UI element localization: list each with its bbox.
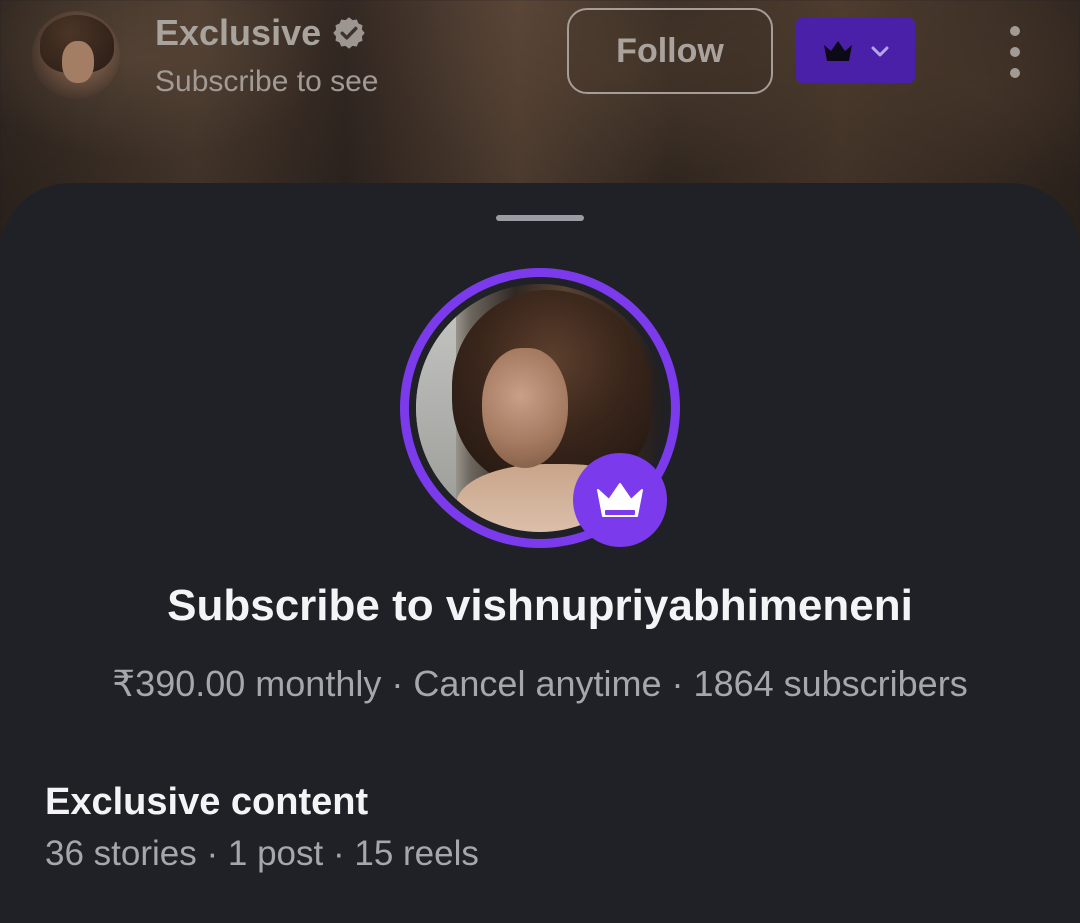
more-dot [1010,68,1020,78]
header-subtitle: Subscribe to see [155,65,379,98]
price-text: ₹390.00 monthly [112,663,382,704]
reels-count: 15 reels [354,834,479,873]
separator: · [332,834,345,873]
subscription-meta: ₹390.00 monthly · Cancel anytime · 1864 … [0,660,1080,708]
separator: · [391,663,404,704]
more-vertical-icon[interactable] [1000,26,1030,78]
photo-face [482,348,568,468]
follow-button[interactable]: Follow [567,8,773,94]
cancel-text: Cancel anytime [413,663,662,704]
subscription-menu-button[interactable] [796,18,915,83]
header-title: Exclusive [155,12,322,53]
photo-window-light [416,314,456,514]
header-title-row: Exclusive [155,12,367,54]
chevron-down-icon [871,46,888,56]
more-dot [1010,47,1020,57]
avatar-face [62,41,94,83]
crown-badge [573,453,667,547]
crown-icon [597,483,643,517]
more-dot [1010,26,1020,36]
exclusive-content-title: Exclusive content [45,781,369,823]
verified-badge-icon [333,17,365,49]
separator: · [206,834,219,873]
separator: · [671,663,684,704]
subscribe-title: Subscribe to vishnupriyabhimeneni [167,581,913,630]
top-bar: Exclusive Subscribe to see Follow [0,0,1080,180]
subscriber-count: 1864 subscribers [693,663,968,704]
posts-count: 1 post [227,834,324,873]
header-avatar[interactable] [32,11,120,99]
stories-count: 36 stories [45,834,197,873]
sheet-drag-handle[interactable] [496,215,584,221]
exclusive-content-counts: 36 stories · 1 post · 15 reels [45,830,479,878]
crown-icon [823,40,852,61]
